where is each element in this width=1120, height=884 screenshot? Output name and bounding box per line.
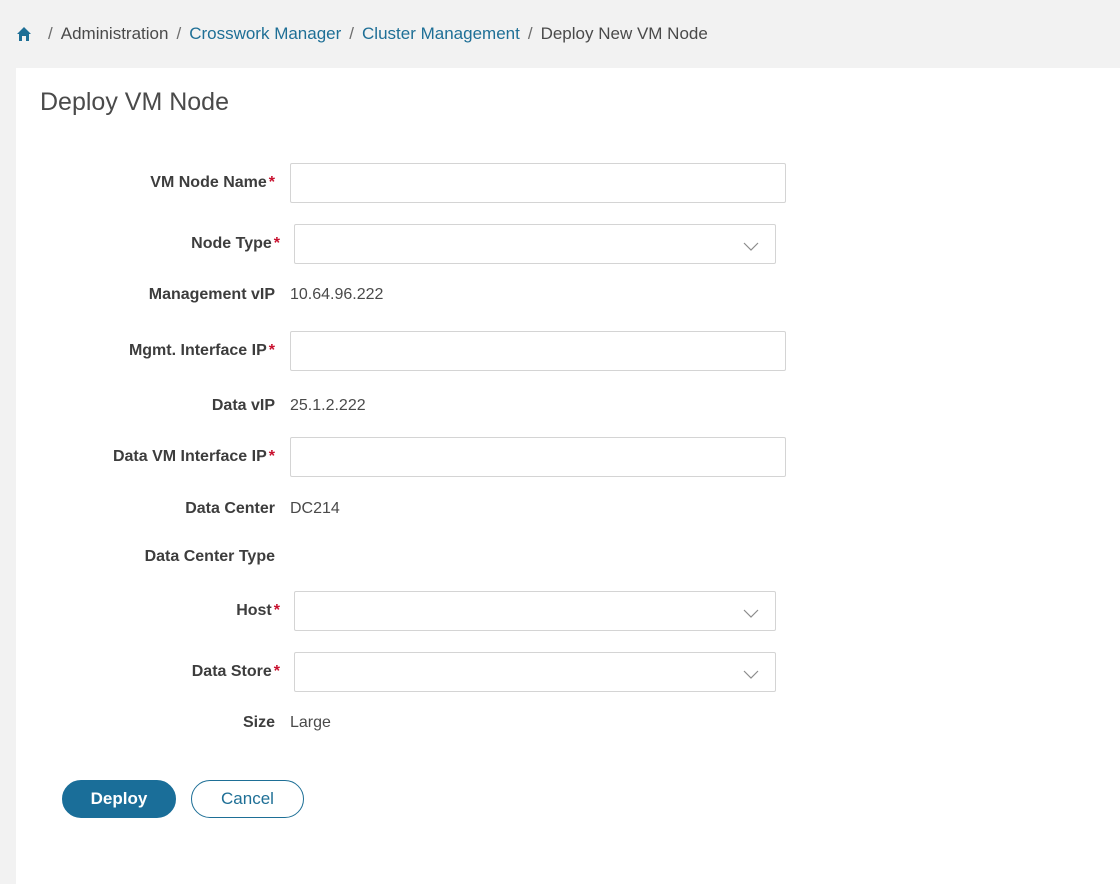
breadcrumb-administration: Administration [60, 24, 169, 43]
deploy-form-panel: Deploy VM Node VM Node Name * Node Type * … [16, 68, 1120, 884]
required-marker: * [268, 448, 275, 465]
data-vip-row: Data vIP 25.1.2.222 [16, 386, 366, 426]
mgmt-interface-ip-row: Mgmt. Interface IP * [16, 331, 786, 371]
management-vip-label: Management vIP [148, 286, 275, 303]
data-store-row: Data Store * [16, 652, 776, 692]
node-type-label: Node Type * [191, 235, 280, 252]
data-vm-interface-ip-row: Data VM Interface IP * [16, 437, 786, 477]
breadcrumb-cluster-management[interactable]: Cluster Management [362, 24, 520, 44]
vm-node-name-row: VM Node Name * [16, 163, 786, 203]
breadcrumb: / Administration / Crosswork Manager / C… [0, 0, 1120, 68]
data-vm-interface-ip-label: Data VM Interface IP * [112, 448, 275, 465]
node-type-row: Node Type * [16, 224, 776, 264]
size-row: Size Large [16, 703, 331, 743]
node-type-select[interactable] [294, 224, 776, 264]
data-center-type-label: Data Center Type [144, 548, 275, 565]
required-marker: * [273, 663, 280, 680]
management-vip-row: Management vIP 10.64.96.222 [16, 275, 384, 315]
breadcrumb-deploy-new-vm-node: Deploy New VM Node [540, 24, 708, 43]
breadcrumb-crosswork-manager[interactable]: Crosswork Manager [189, 24, 341, 44]
host-select[interactable] [294, 591, 776, 631]
data-store-label: Data Store * [191, 663, 280, 680]
host-row: Host * [16, 591, 776, 631]
breadcrumb-separator: / [527, 24, 533, 43]
required-marker: * [268, 174, 275, 191]
chevron-down-icon [743, 239, 759, 251]
size-label: Size [242, 714, 275, 731]
cancel-button[interactable]: Cancel [191, 780, 304, 818]
data-vm-interface-ip-input[interactable] [290, 437, 786, 477]
data-center-type-row: Data Center Type [16, 537, 290, 577]
data-center-row: Data Center DC214 [16, 489, 340, 529]
required-marker: * [273, 235, 280, 252]
data-store-select[interactable] [294, 652, 776, 692]
management-vip-value: 10.64.96.222 [290, 286, 384, 303]
required-marker: * [273, 602, 280, 619]
data-center-value: DC214 [290, 500, 340, 517]
deploy-button[interactable]: Deploy [62, 780, 176, 818]
page-title: Deploy VM Node [40, 88, 229, 116]
chevron-down-icon [743, 606, 759, 618]
mgmt-interface-ip-input[interactable] [290, 331, 786, 371]
mgmt-interface-ip-label: Mgmt. Interface IP * [128, 342, 275, 359]
breadcrumb-separator: / [349, 24, 355, 43]
data-center-label: Data Center [185, 500, 275, 517]
home-icon[interactable] [16, 26, 32, 42]
breadcrumb-separator: / [176, 24, 182, 43]
vm-node-name-label: VM Node Name * [150, 174, 275, 191]
data-vip-label: Data vIP [211, 397, 275, 414]
required-marker: * [268, 342, 275, 359]
size-value: Large [290, 714, 331, 731]
chevron-down-icon [743, 667, 759, 679]
host-label: Host * [236, 602, 280, 619]
data-vip-value: 25.1.2.222 [290, 397, 366, 414]
breadcrumb-separator: / [48, 24, 53, 43]
vm-node-name-input[interactable] [290, 163, 786, 203]
